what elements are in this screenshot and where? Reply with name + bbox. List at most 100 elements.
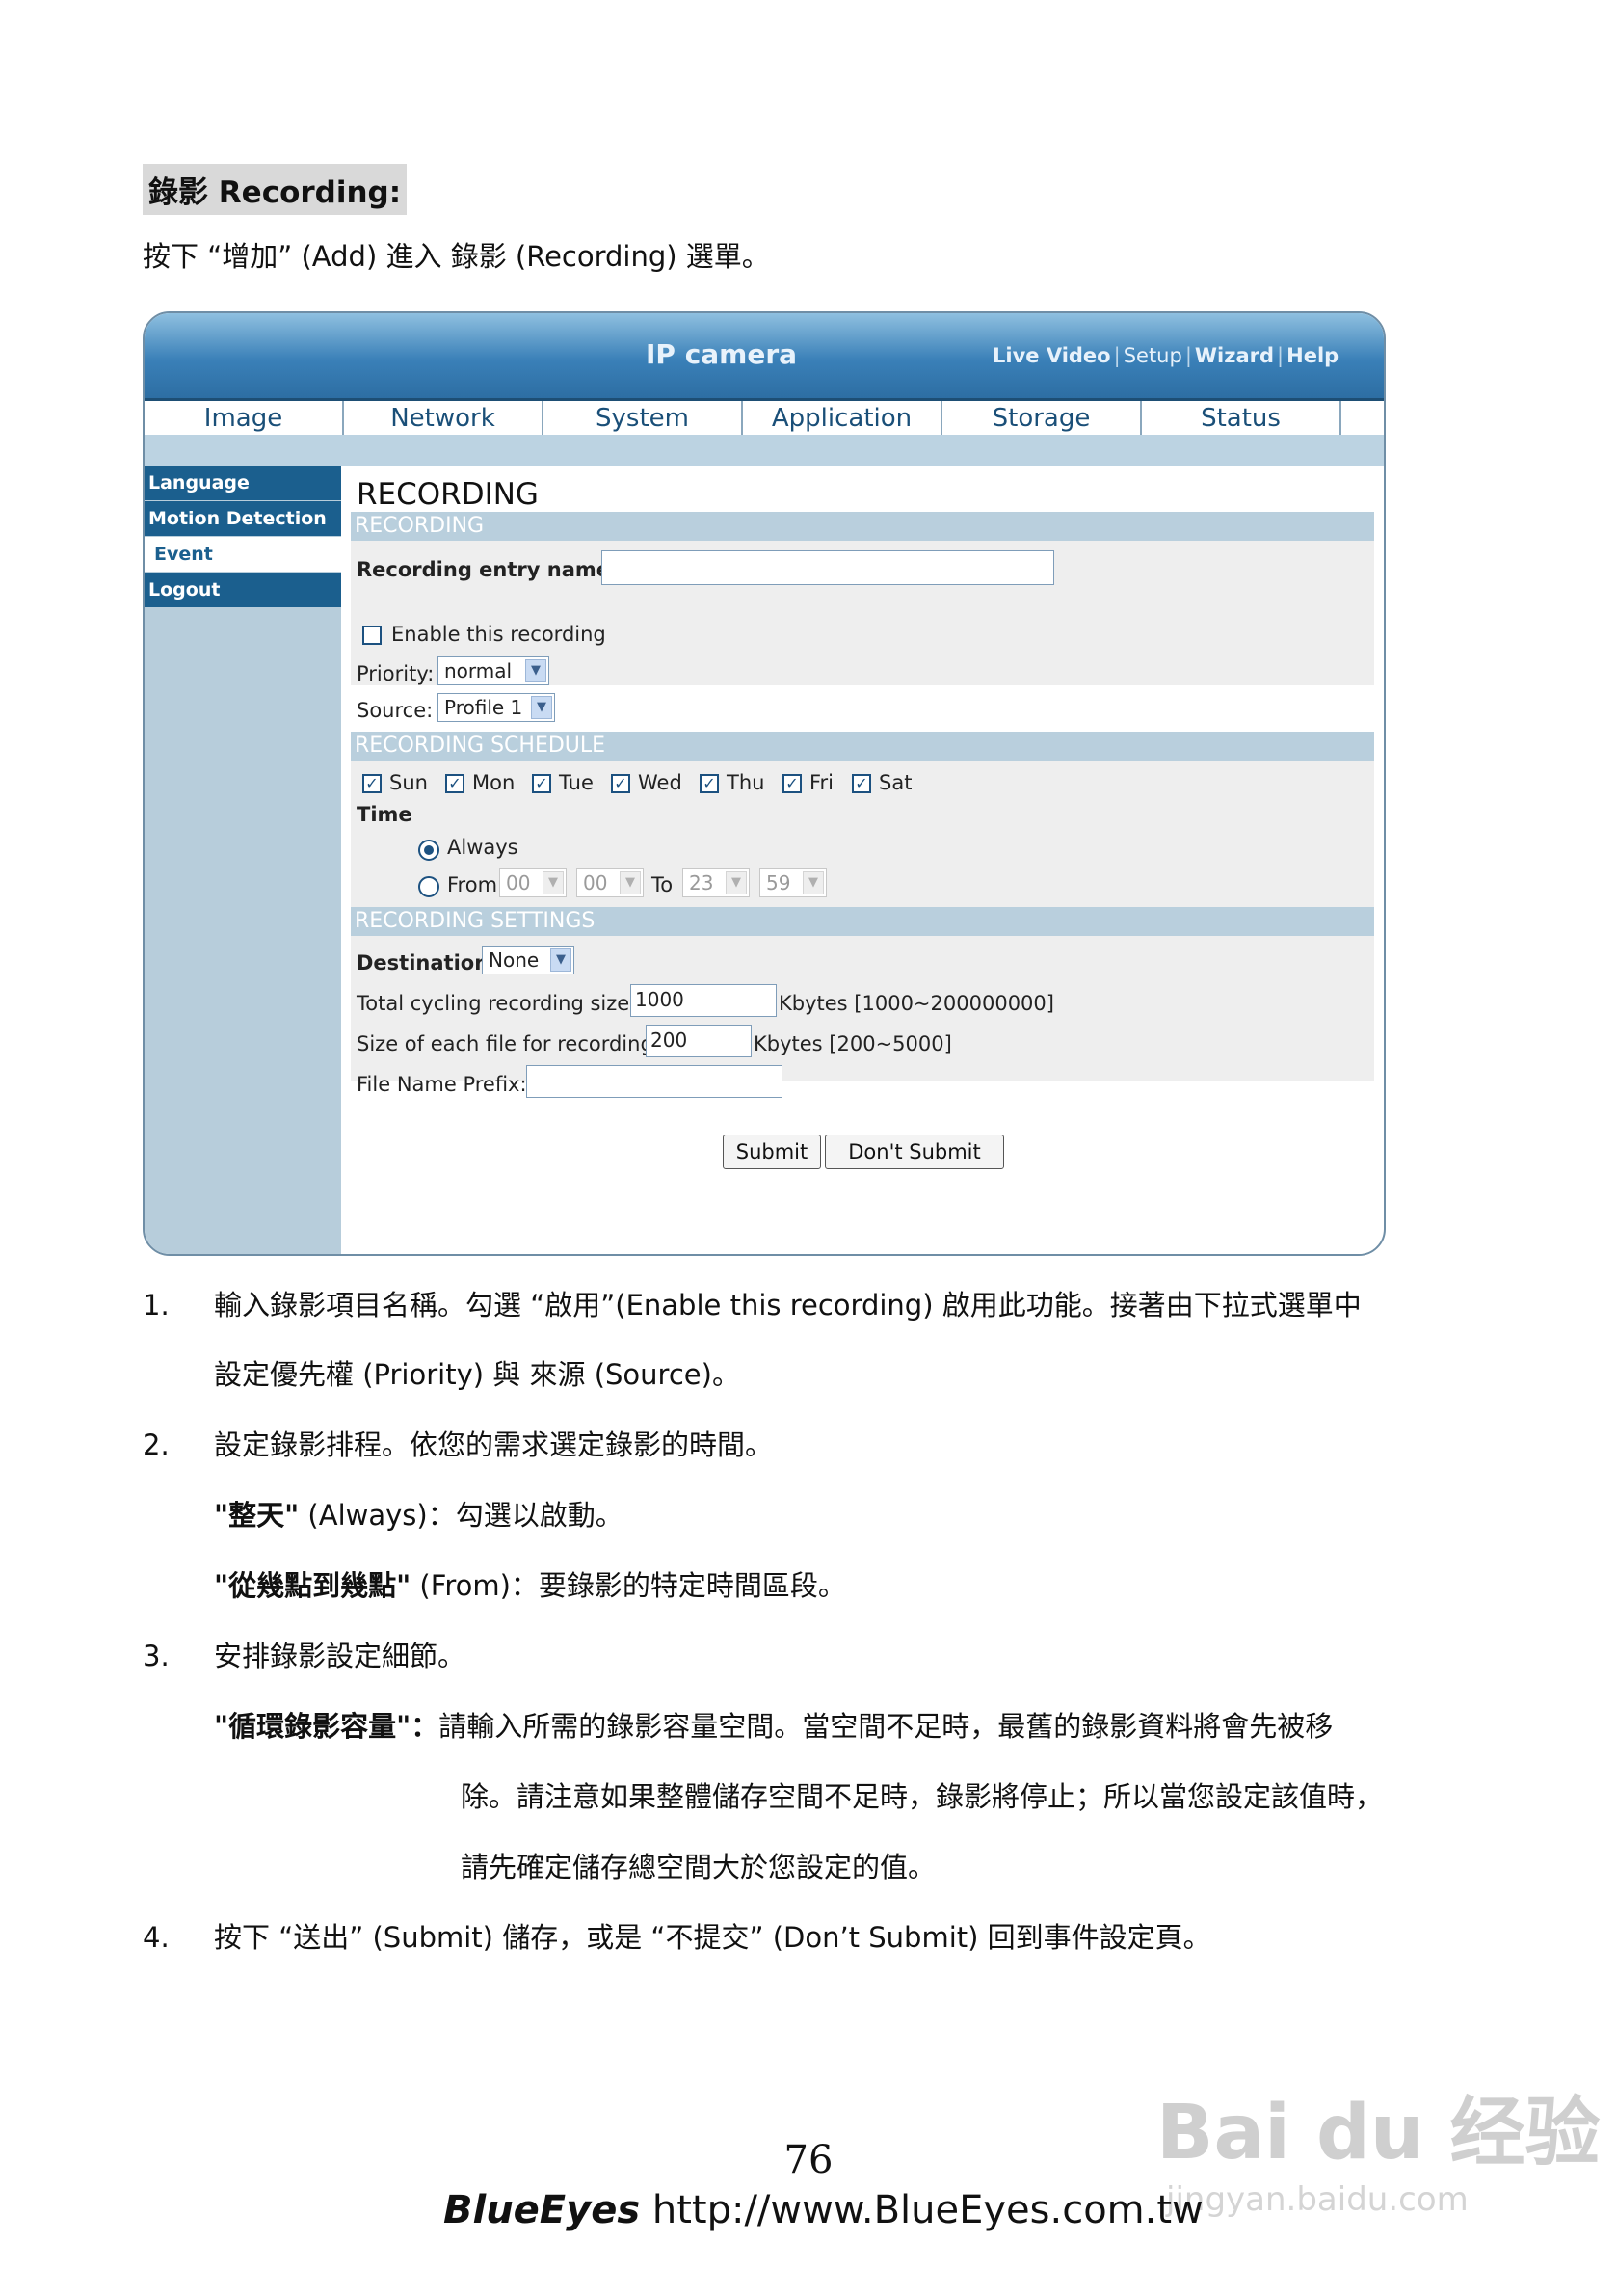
to-label: To xyxy=(651,873,674,896)
from-label: From xyxy=(447,873,498,896)
list-number-3: 3. xyxy=(143,1640,170,1672)
tab-system[interactable]: System xyxy=(543,401,743,436)
footer-url[interactable]: http://www.BlueEyes.com.tw xyxy=(652,2188,1204,2232)
chevron-down-icon: ▼ xyxy=(620,871,641,894)
file-size-input[interactable]: 200 xyxy=(646,1025,752,1057)
from-text: (From)：要錄影的特定時間區段。 xyxy=(411,1569,846,1602)
prefix-input[interactable] xyxy=(526,1065,782,1098)
section-heading: 錄影 Recording: xyxy=(143,164,408,215)
list-item-4: 按下 “送出” (Submit) 儲存，或是 “不提交” (Don’t Subm… xyxy=(214,1921,1211,1954)
list-item-2: 設定錄影排程。依您的需求選定錄影的時間。 xyxy=(214,1428,774,1461)
sidebar-item-language[interactable]: Language xyxy=(145,466,341,500)
day-fri-checkbox[interactable]: ✓ xyxy=(782,774,802,793)
chevron-down-icon: ▼ xyxy=(550,948,571,972)
day-sun-checkbox[interactable]: ✓ xyxy=(362,774,382,793)
list-number-4: 4. xyxy=(143,1921,170,1954)
dont-submit-button[interactable]: Don't Submit xyxy=(825,1135,1004,1169)
cycle-description-line-3: 請先確定儲存總空間大於您設定的值。 xyxy=(461,1851,937,1883)
file-size-label: Size of each file for recording: xyxy=(357,1032,660,1055)
tab-image[interactable]: Image xyxy=(145,401,344,436)
enable-recording-label: Enable this recording xyxy=(391,623,606,646)
list-item-1-line-1: 輸入錄影項目名稱。勾選 “啟用”(Enable this recording) … xyxy=(214,1289,1362,1322)
sidebar-item-event[interactable]: Event xyxy=(145,537,341,572)
prefix-label: File Name Prefix: xyxy=(357,1073,527,1096)
page-number: 76 xyxy=(783,2138,834,2182)
page-title: RECORDING xyxy=(357,477,539,512)
priority-select[interactable]: normal ▼ xyxy=(437,656,549,685)
chevron-down-icon: ▼ xyxy=(531,696,552,719)
enable-recording-checkbox[interactable] xyxy=(362,626,382,645)
top-links: Live Video | Setup | Wizard | Help xyxy=(993,344,1339,367)
sidebar: Language Motion Detection Event Logout xyxy=(145,466,341,1254)
total-size-unit: Kbytes [1000~200000000] xyxy=(779,992,1054,1015)
file-size-unit: Kbytes [200~5000] xyxy=(754,1032,952,1055)
to-minute-value: 59 xyxy=(766,871,791,894)
intro-text: 按下 “增加” (Add) 進入 錄影 (Recording) 選單。 xyxy=(143,240,770,273)
chevron-down-icon: ▼ xyxy=(803,871,824,894)
cycle-term: "循環錄影容量"： xyxy=(214,1710,439,1743)
from-hour-select[interactable]: 00 ▼ xyxy=(499,868,567,897)
from-term: "從幾點到幾點" xyxy=(214,1569,411,1602)
tab-storage[interactable]: Storage xyxy=(942,401,1142,436)
total-size-label: Total cycling recording size: xyxy=(357,992,637,1015)
to-hour-select[interactable]: 23 ▼ xyxy=(682,868,750,897)
ip-camera-screenshot: IP camera Live Video | Setup | Wizard | Help I… xyxy=(143,311,1386,1256)
baidu-watermark-url: jingyan.baidu.com xyxy=(1166,2180,1469,2219)
day-wed-label: Wed xyxy=(638,771,682,794)
setup-link[interactable]: Setup xyxy=(1124,344,1182,367)
source-label: Source: xyxy=(357,699,434,722)
list-number-1: 1. xyxy=(143,1289,170,1322)
destination-label: Destination xyxy=(357,951,490,974)
source-value: Profile 1 xyxy=(444,696,523,719)
sidebar-item-motion-detection[interactable]: Motion Detection xyxy=(145,501,341,536)
always-label: Always xyxy=(447,836,518,859)
day-sun-label: Sun xyxy=(389,771,428,794)
day-sat-checkbox[interactable]: ✓ xyxy=(852,774,871,793)
content-area: RECORDING RECORDING Recording entry name… xyxy=(345,466,1376,1254)
list-item-1-line-2: 設定優先權 (Priority) 與 來源 (Source)。 xyxy=(214,1358,740,1391)
from-hour-value: 00 xyxy=(506,871,531,894)
to-minute-select[interactable]: 59 ▼ xyxy=(759,868,827,897)
help-link[interactable]: Help xyxy=(1286,344,1339,367)
always-term: "整天" xyxy=(214,1499,300,1532)
from-minute-value: 00 xyxy=(583,871,608,894)
always-radio[interactable] xyxy=(418,840,439,861)
submit-button[interactable]: Submit xyxy=(723,1135,821,1169)
list-number-2: 2. xyxy=(143,1428,170,1461)
tab-network[interactable]: Network xyxy=(344,401,543,436)
entry-name-label: Recording entry name: xyxy=(357,558,619,581)
source-select[interactable]: Profile 1 ▼ xyxy=(437,693,555,722)
time-label: Time xyxy=(357,803,412,826)
footer: BlueEyes http://www.BlueEyes.com.tw xyxy=(443,2188,1204,2232)
destination-select[interactable]: None ▼ xyxy=(482,946,574,974)
cycle-description-line-1: "循環錄影容量"：請輸入所需的錄影容量空間。當空間不足時，最舊的錄影資料將會先被… xyxy=(214,1707,1333,1746)
chevron-down-icon: ▼ xyxy=(525,659,546,682)
tab-status[interactable]: Status xyxy=(1142,401,1341,436)
main-nav: Image Network System Application Storage… xyxy=(145,398,1384,438)
priority-label: Priority: xyxy=(357,662,435,685)
live-video-link[interactable]: Live Video xyxy=(993,344,1111,367)
list-item-3: 安排錄影設定細節。 xyxy=(214,1640,466,1672)
entry-name-input[interactable] xyxy=(601,550,1054,585)
sub-band xyxy=(145,435,1384,466)
day-mon-checkbox[interactable]: ✓ xyxy=(445,774,464,793)
footer-brand: BlueEyes xyxy=(443,2188,641,2232)
to-hour-value: 23 xyxy=(689,871,714,894)
sidebar-item-logout[interactable]: Logout xyxy=(145,573,341,607)
day-mon-label: Mon xyxy=(472,771,516,794)
day-thu-label: Thu xyxy=(727,771,765,794)
tab-spacer xyxy=(1341,401,1380,436)
always-description: "整天" (Always)：勾選以啟動。 xyxy=(214,1496,623,1535)
day-tue-label: Tue xyxy=(559,771,594,794)
from-radio[interactable] xyxy=(418,876,439,897)
section-schedule-header: RECORDING SCHEDULE xyxy=(351,732,1374,761)
wizard-link[interactable]: Wizard xyxy=(1195,344,1274,367)
from-minute-select[interactable]: 00 ▼ xyxy=(576,868,644,897)
tab-application[interactable]: Application xyxy=(743,401,942,436)
total-size-input[interactable]: 1000 xyxy=(630,984,777,1017)
day-wed-checkbox[interactable]: ✓ xyxy=(611,774,630,793)
day-tue-checkbox[interactable]: ✓ xyxy=(532,774,551,793)
section-recording-header: RECORDING xyxy=(351,512,1374,541)
day-thu-checkbox[interactable]: ✓ xyxy=(700,774,719,793)
cycle-description-line-2: 除。請注意如果整體儲存空間不足時，錄影將停止；所以當您設定該值時， xyxy=(461,1780,1384,1813)
